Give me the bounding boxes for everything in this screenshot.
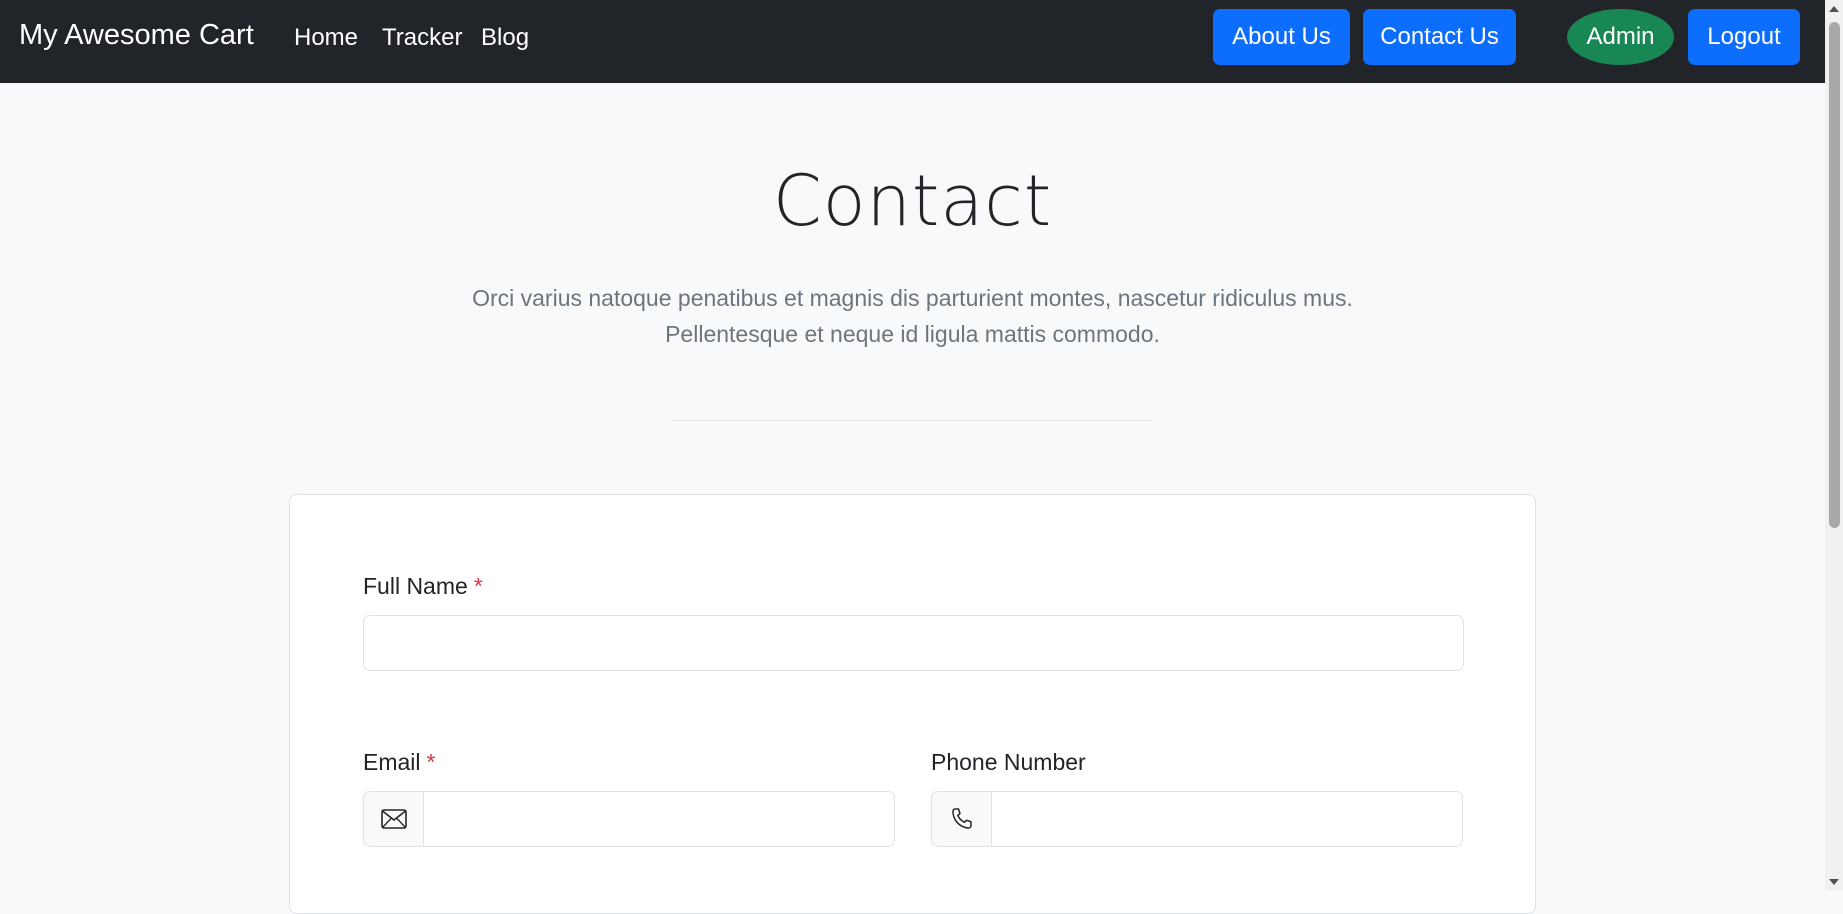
page-title: Contact — [772, 160, 1053, 242]
email-label-text: Email — [363, 749, 421, 775]
phone-label: Phone Number — [931, 749, 1086, 776]
full-name-label-text: Full Name — [363, 573, 468, 599]
subtitle-line-2: Pellentesque et neque id ligula mattis c… — [665, 321, 1160, 347]
nav-link-blog[interactable]: Blog — [481, 24, 529, 52]
email-input[interactable] — [424, 791, 895, 847]
phone-input-group — [931, 791, 1463, 847]
brand-link[interactable]: My Awesome Cart — [19, 19, 254, 52]
contact-us-button[interactable]: Contact Us — [1363, 9, 1516, 65]
section-divider — [671, 420, 1153, 421]
scroll-up-arrow-icon[interactable] — [1825, 0, 1843, 18]
full-name-label: Full Name * — [363, 573, 483, 600]
email-input-group — [363, 791, 895, 847]
vertical-scrollbar[interactable] — [1825, 0, 1843, 891]
nav-link-tracker[interactable]: Tracker — [382, 24, 462, 52]
admin-button[interactable]: Admin — [1567, 9, 1674, 65]
envelope-icon — [363, 791, 424, 847]
phone-label-text: Phone Number — [931, 749, 1086, 775]
required-mark: * — [473, 573, 483, 599]
phone-input[interactable] — [992, 791, 1463, 847]
logout-button[interactable]: Logout — [1688, 9, 1800, 65]
scroll-thumb[interactable] — [1829, 22, 1840, 528]
page-subtitle: Orci varius natoque penatibus et magnis … — [0, 280, 1825, 352]
top-navbar: My Awesome Cart Home Tracker Blog About … — [0, 0, 1825, 83]
required-mark: * — [426, 749, 436, 775]
telephone-icon — [931, 791, 992, 847]
contact-form-card: Full Name * Email * Phone Number — [289, 494, 1536, 914]
full-name-input[interactable] — [363, 615, 1464, 671]
about-us-button[interactable]: About Us — [1213, 9, 1350, 65]
subtitle-line-1: Orci varius natoque penatibus et magnis … — [472, 285, 1353, 311]
scroll-down-arrow-icon[interactable] — [1825, 873, 1843, 891]
nav-link-home[interactable]: Home — [294, 24, 358, 52]
email-label: Email * — [363, 749, 435, 776]
